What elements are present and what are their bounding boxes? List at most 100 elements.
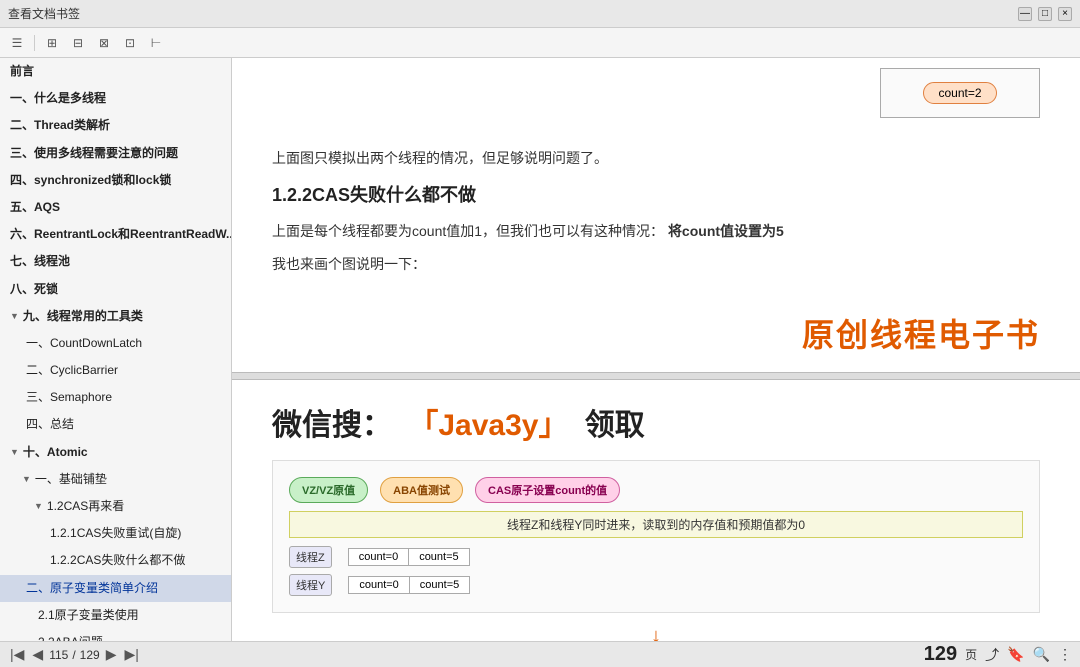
section1-text1-normal: 上面是每个线程都要为count值加1，但我们也可以有这种情况：	[272, 223, 664, 239]
banner-suffix: 领取	[585, 409, 645, 442]
icon-search[interactable]: 🔍	[1033, 646, 1050, 663]
fit-width-button[interactable]: ⊡	[119, 32, 141, 54]
sidebar-label-six: 六、ReentrantLock和ReentrantReadW...	[10, 225, 231, 244]
watermark-text: 原创线程电子书	[802, 317, 1040, 353]
sidebar-item-three[interactable]: 三、使用多线程需要注意的问题	[0, 140, 231, 167]
first-page-button[interactable]: |◀	[8, 646, 26, 663]
sidebar-item-atomic-use[interactable]: 2.1原子变量类使用	[0, 602, 231, 629]
banner-highlight: 「Java3y」	[408, 409, 568, 442]
section1-text1: 上面是每个线程都要为count值加1，但我们也可以有这种情况： 将count值设…	[272, 219, 1040, 244]
sidebar-label-one: 一、什么是多线程	[10, 89, 106, 108]
arrow-down-1: ↓	[272, 625, 1040, 641]
close-button[interactable]: ×	[1058, 7, 1072, 21]
page-num-bold: 129	[924, 643, 957, 666]
page-label: 页	[965, 646, 977, 663]
current-page: 115	[49, 648, 68, 662]
table-Y1: count=0 count=5	[348, 576, 470, 594]
sidebar-label-ten-one: 一、基础铺垫	[35, 470, 107, 489]
prev-page-button[interactable]: ◀	[30, 646, 45, 663]
sidebar-item-four[interactable]: 四、synchronized锁和lock锁	[0, 167, 231, 194]
page-divider	[232, 372, 1080, 380]
sidebar-item-ten[interactable]: ▼十、Atomic	[0, 439, 231, 466]
toolbar: ☰ ⊞ ⊟ ⊠ ⊡ ⊢	[0, 28, 1080, 58]
minimize-button[interactable]: —	[1018, 7, 1032, 21]
icon-menu[interactable]: ⋮	[1058, 646, 1072, 663]
sidebar-label-cas-fail-retry: 1.2.1CAS失败重试(自旋)	[50, 524, 181, 543]
sidebar-item-nine-two[interactable]: 二、CyclicBarrier	[0, 357, 231, 384]
label-Y1: 线程Y	[289, 574, 332, 596]
top-note: 上面图只模拟出两个线程的情况，但足够说明问题了。	[272, 146, 1040, 171]
last-page-button[interactable]: ▶|	[122, 646, 140, 663]
main-layout: 前言一、什么是多线程二、Thread类解析三、使用多线程需要注意的问题四、syn…	[0, 58, 1080, 641]
sidebar-item-nine-one[interactable]: 一、CountDownLatch	[0, 330, 231, 357]
zoom-in-button[interactable]: ⊞	[41, 32, 63, 54]
page-separator: /	[72, 648, 75, 662]
sidebar-item-cas-fail-nothing[interactable]: 1.2.2CAS失败什么都不做	[0, 547, 231, 574]
sidebar-label-nine-two: 二、CyclicBarrier	[26, 361, 118, 380]
sidebar-label-cas-fail-nothing: 1.2.2CAS失败什么都不做	[50, 551, 185, 570]
title-bar-text: 查看文档书签	[8, 5, 1012, 22]
count-oval: count=2	[923, 82, 996, 104]
sidebar-item-ten-one-one-two[interactable]: ▼1.2CAS再来看	[0, 493, 231, 520]
sidebar-label-nine-four: 四、总结	[26, 415, 74, 434]
zoom-out-button[interactable]: ⊟	[67, 32, 89, 54]
sidebar-label-seven: 七、线程池	[10, 252, 70, 271]
icon-share[interactable]: ⤴	[985, 645, 999, 665]
node-CAS: CAS原子设置count的值	[475, 477, 620, 503]
section1-title: 1.2.2CAS失败什么都不做	[272, 181, 1040, 207]
section1-text1-bold: 将count值设置为5	[668, 223, 784, 239]
count-box: count=2	[880, 68, 1040, 118]
sidebar-label-atomic-use: 2.1原子变量类使用	[38, 606, 139, 625]
sidebar-item-nine-four[interactable]: 四、总结	[0, 411, 231, 438]
status-left: |◀ ◀ 115 / 129 ▶ ▶|	[8, 646, 141, 663]
sidebar-item-seven[interactable]: 七、线程池	[0, 248, 231, 275]
page-content-1: 上面图只模拟出两个线程的情况，但足够说明问题了。 1.2.2CAS失败什么都不做…	[232, 126, 1080, 306]
sidebar-label-four: 四、synchronized锁和lock锁	[10, 171, 171, 190]
arrow-ten: ▼	[10, 445, 19, 459]
sidebar-item-cas-fail-retry[interactable]: 1.2.1CAS失败重试(自旋)	[0, 520, 231, 547]
sidebar-item-one[interactable]: 一、什么是多线程	[0, 85, 231, 112]
sidebar-item-atomic-intro[interactable]: 二、原子变量类简单介绍	[0, 575, 231, 602]
weixin-banner: 微信搜： 「Java3y」 领取	[272, 400, 1040, 444]
banner-prefix: 微信搜：	[272, 409, 392, 442]
sidebar-label-five: 五、AQS	[10, 198, 60, 217]
bookmark-toggle-button[interactable]: ☰	[6, 32, 28, 54]
content-area[interactable]: count=2 上面图只模拟出两个线程的情况，但足够说明问题了。 1.2.2CA…	[232, 58, 1080, 641]
top-image-area: count=2	[232, 58, 1080, 126]
maximize-button[interactable]: □	[1038, 7, 1052, 21]
sidebar-label-eight: 八、死锁	[10, 280, 58, 299]
sidebar-item-ten-one[interactable]: ▼ 一、基础铺垫	[0, 466, 231, 493]
sidebar-label-two: 二、Thread类解析	[10, 116, 110, 135]
watermark-area: 原创线程电子书	[232, 306, 1080, 372]
label-Z1: 线程Z	[289, 546, 332, 568]
sidebar-label-aba: 2.2ABA问题	[38, 633, 103, 641]
sidebar-item-two[interactable]: 二、Thread类解析	[0, 112, 231, 139]
sidebar-item-nine[interactable]: ▼九、线程常用的工具类	[0, 303, 231, 330]
fit-page-button[interactable]: ⊠	[93, 32, 115, 54]
sidebar-item-five[interactable]: 五、AQS	[0, 194, 231, 221]
toolbar-separator	[34, 35, 35, 51]
sidebar-item-eight[interactable]: 八、死锁	[0, 276, 231, 303]
section1-text2: 我也来画个图说明一下：	[272, 252, 1040, 277]
rotate-button[interactable]: ⊢	[145, 32, 167, 54]
sidebar: 前言一、什么是多线程二、Thread类解析三、使用多线程需要注意的问题四、syn…	[0, 58, 232, 641]
page-content-2: 微信搜： 「Java3y」 领取 VZ/VZ原值 ABA值测试 CAS原子设置c…	[232, 380, 1080, 641]
sidebar-item-nine-three[interactable]: 三、Semaphore	[0, 384, 231, 411]
sidebar-item-aba[interactable]: 2.2ABA问题	[0, 629, 231, 641]
status-right: 129 页 ⤴ 🔖 🔍 ⋮	[924, 643, 1072, 666]
diagram-1: VZ/VZ原值 ABA值测试 CAS原子设置count的值 线程Z和线程Y同时进…	[272, 460, 1040, 613]
icon-bookmark[interactable]: 🔖	[1007, 646, 1024, 663]
sidebar-label-qianyan: 前言	[10, 62, 34, 81]
node-VZ: VZ/VZ原值	[289, 477, 368, 503]
arrow-ten-one: ▼	[22, 472, 31, 486]
sidebar-label-ten-one-one-two: 1.2CAS再来看	[47, 497, 124, 516]
node-ABA: ABA值测试	[380, 477, 463, 503]
next-page-button[interactable]: ▶	[104, 646, 119, 663]
status-bar: |◀ ◀ 115 / 129 ▶ ▶| 129 页 ⤴ 🔖 🔍 ⋮	[0, 641, 1080, 667]
sidebar-item-qianyan[interactable]: 前言	[0, 58, 231, 85]
arrow-nine: ▼	[10, 309, 19, 323]
table-Z1: count=0 count=5	[348, 548, 470, 566]
sidebar-label-atomic-intro: 二、原子变量类简单介绍	[26, 579, 158, 598]
diagram1-row2: 线程Y count=0 count=5	[289, 574, 1023, 596]
sidebar-item-six[interactable]: 六、ReentrantLock和ReentrantReadW...	[0, 221, 231, 248]
